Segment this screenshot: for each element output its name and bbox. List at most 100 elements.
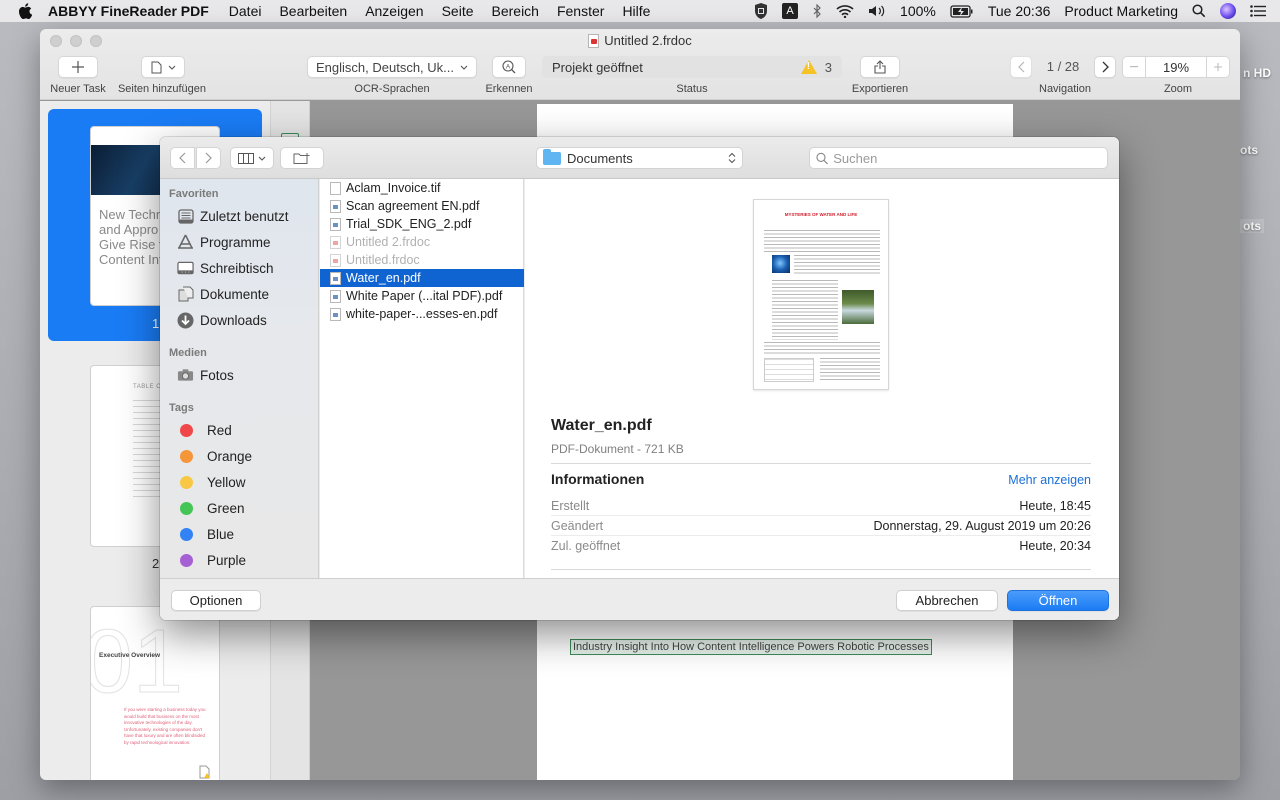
app-menu[interactable]: ABBYY FineReader PDF	[48, 3, 209, 19]
ocr-languages-value: Englisch, Deutsch, Uk...	[316, 59, 454, 75]
menu-datei[interactable]: Datei	[229, 3, 262, 19]
input-source-icon[interactable]: A	[782, 3, 799, 19]
warnings-indicator[interactable]: 3	[800, 60, 832, 75]
menu-seite[interactable]: Seite	[442, 3, 474, 19]
window-toolbar: Untitled 2.frdoc Neuer Task Seiten hinzu…	[40, 29, 1240, 100]
preview-table	[764, 358, 814, 382]
updown-chevron-icon	[728, 152, 736, 164]
export-label: Exportieren	[851, 83, 909, 95]
tag-purple[interactable]: Purple	[177, 549, 246, 571]
recognize-button[interactable]: A	[492, 56, 526, 78]
preview-text-block	[772, 280, 838, 340]
previous-page-button[interactable]	[1010, 56, 1032, 78]
menu-bearbeiten[interactable]: Bearbeiten	[279, 3, 347, 19]
apple-menu-icon[interactable]	[18, 3, 36, 19]
view-mode-button[interactable]	[230, 147, 274, 169]
page-thumbnail-3[interactable]: 01 Executive Overview If you were starti…	[90, 606, 220, 780]
menu-fenster[interactable]: Fenster	[557, 3, 604, 19]
svg-text:A: A	[506, 63, 511, 70]
info-value: Heute, 20:34	[1019, 539, 1091, 553]
menu-anzeigen[interactable]: Anzeigen	[365, 3, 423, 19]
battery-percentage[interactable]: 100%	[900, 3, 936, 19]
new-folder-button[interactable]	[280, 147, 324, 169]
spotlight-search-icon[interactable]	[1192, 2, 1206, 20]
status-field[interactable]: Projekt geöffnet 3	[542, 56, 842, 78]
cancel-button[interactable]: Abbrechen	[896, 590, 998, 611]
file-row-selected[interactable]: Water_en.pdf	[320, 269, 524, 287]
file-row[interactable]: Aclam_Invoice.tif	[320, 179, 524, 197]
menu-bereich[interactable]: Bereich	[492, 3, 539, 19]
chevron-left-icon	[1017, 61, 1024, 73]
file-row[interactable]: Scan agreement EN.pdf	[320, 197, 524, 215]
notification-center-icon[interactable]	[1250, 2, 1266, 20]
preview-text-block	[764, 342, 880, 354]
zoom-out-button[interactable]	[1122, 56, 1146, 78]
tag-orange[interactable]: Orange	[177, 445, 252, 467]
window-title: Untitled 2.frdoc	[40, 33, 1240, 48]
add-pages-button[interactable]	[141, 56, 185, 78]
info-row-created: Erstellt Heute, 18:45	[551, 496, 1091, 516]
security-shield-icon[interactable]	[754, 2, 768, 20]
desktop-item-label[interactable]: ots	[1240, 143, 1258, 157]
minus-icon	[1130, 66, 1138, 68]
ocr-languages-dropdown[interactable]: Englisch, Deutsch, Uk...	[307, 56, 477, 78]
wifi-icon[interactable]	[836, 2, 854, 20]
file-row[interactable]: Trial_SDK_ENG_2.pdf	[320, 215, 524, 233]
clock[interactable]: Tue 20:36	[988, 3, 1051, 19]
ocr-text-line[interactable]: Industry Insight Into How Content Intell…	[570, 639, 932, 655]
sidebar-item-downloads[interactable]: Downloads	[177, 309, 267, 331]
thumbnail-heading: Executive Overview	[99, 652, 161, 659]
info-value: Donnerstag, 29. August 2019 um 20:26	[873, 518, 1091, 533]
sidebar-item-applications[interactable]: Programme	[177, 231, 271, 253]
sidebar-item-recents[interactable]: Zuletzt benutzt	[177, 205, 289, 227]
info-key: Erstellt	[551, 498, 590, 513]
tag-yellow[interactable]: Yellow	[177, 471, 246, 493]
new-task-button[interactable]	[58, 56, 98, 78]
tag-red[interactable]: Red	[177, 419, 232, 441]
tags-header: Tags	[169, 402, 194, 414]
battery-charging-icon[interactable]	[950, 2, 974, 20]
menu-hilfe[interactable]: Hilfe	[622, 3, 650, 19]
chevron-down-icon	[460, 65, 468, 70]
recognize-label: Erkennen	[485, 83, 533, 95]
next-page-button[interactable]	[1094, 56, 1116, 78]
siri-icon[interactable]	[1220, 3, 1236, 19]
frdoc-file-icon	[588, 33, 600, 48]
forward-button[interactable]	[196, 147, 221, 169]
preview-file-name: Water_en.pdf	[551, 417, 652, 434]
frdoc-file-icon	[330, 253, 341, 267]
options-button[interactable]: Optionen	[171, 590, 261, 611]
bluetooth-icon[interactable]	[812, 2, 822, 20]
tag-green[interactable]: Green	[177, 497, 245, 519]
sidebar-item-desktop[interactable]: Schreibtisch	[177, 257, 274, 279]
desktop-item-label[interactable]: ots	[1240, 219, 1264, 233]
back-button[interactable]	[170, 147, 195, 169]
file-name: White Paper (...ital PDF).pdf	[346, 289, 503, 303]
warning-icon	[800, 60, 817, 74]
export-button[interactable]	[860, 56, 900, 78]
sidebar-item-documents[interactable]: Dokumente	[177, 283, 269, 305]
user-menu[interactable]: Product Marketing	[1064, 3, 1178, 19]
open-button[interactable]: Öffnen	[1007, 590, 1109, 611]
sidebar-item-photos[interactable]: Fotos	[177, 364, 234, 386]
search-input[interactable]	[833, 150, 1101, 166]
zoom-in-button[interactable]	[1206, 56, 1230, 78]
tag-label: Green	[207, 500, 245, 516]
volume-icon[interactable]	[868, 2, 886, 20]
info-value: Heute, 18:45	[1019, 498, 1091, 513]
file-row[interactable]: white-paper-...esses-en.pdf	[320, 305, 524, 323]
desktop-item-label[interactable]: n HD	[1243, 66, 1271, 80]
tag-blue[interactable]: Blue	[177, 523, 234, 545]
zoom-value[interactable]: 19%	[1146, 56, 1206, 78]
navigation-label: Navigation	[1039, 83, 1091, 95]
show-more-link[interactable]: Mehr anzeigen	[1008, 473, 1091, 487]
search-field[interactable]	[809, 147, 1108, 169]
tif-file-icon	[330, 181, 341, 195]
search-icon	[816, 152, 828, 164]
file-name: Untitled 2.frdoc	[346, 235, 431, 249]
share-icon	[874, 60, 886, 74]
file-row[interactable]: White Paper (...ital PDF).pdf	[320, 287, 524, 305]
preview-text-block	[794, 255, 880, 275]
recents-icon	[177, 208, 194, 224]
location-popup[interactable]: Documents	[536, 147, 743, 169]
